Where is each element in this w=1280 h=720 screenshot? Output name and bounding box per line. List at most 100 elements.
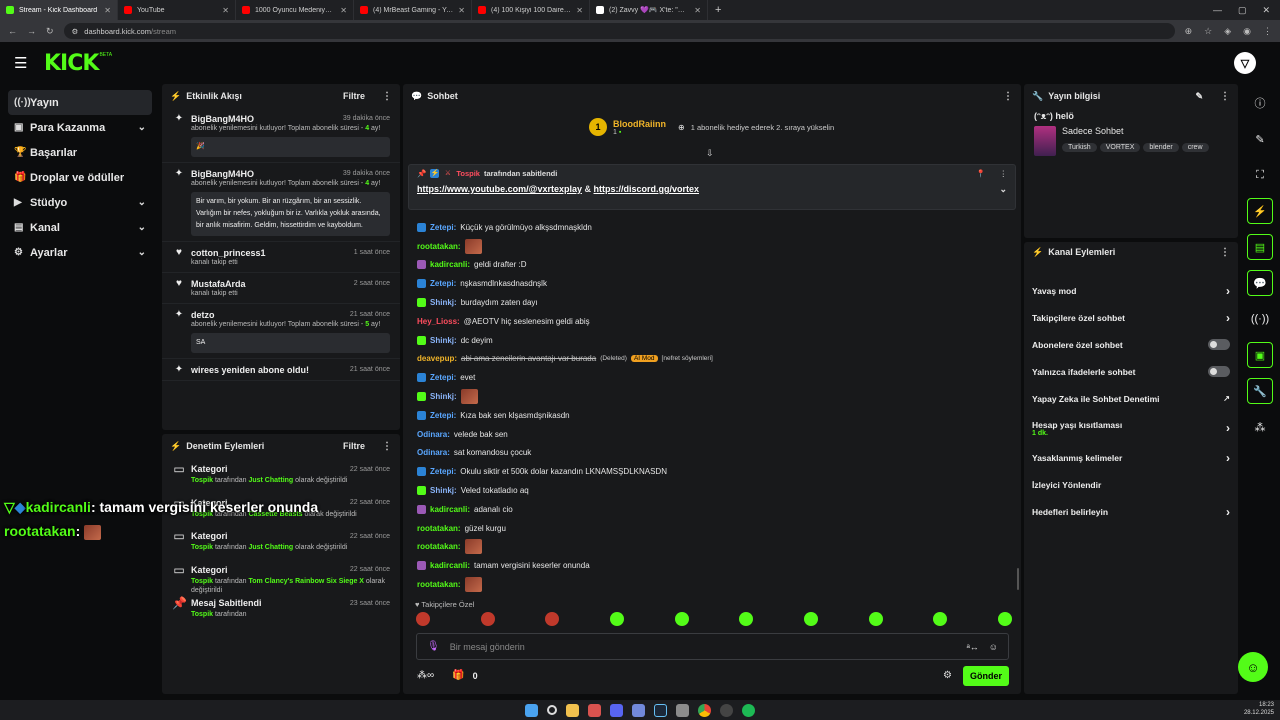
chat-username[interactable]: kadircanli: [430, 260, 470, 269]
app-icon[interactable] [610, 703, 623, 717]
quick-emote[interactable] [739, 612, 754, 626]
quick-emote[interactable] [480, 612, 495, 626]
fullscreen-icon[interactable]: ⛶ [1247, 162, 1273, 188]
support-chat-icon[interactable]: ☺ [1238, 652, 1268, 682]
profile-icon[interactable]: ◉ [1243, 26, 1251, 37]
close-tab-icon[interactable]: ✕ [104, 6, 111, 15]
category-name[interactable]: Sadece Sohbet [1062, 126, 1212, 136]
unpin-icon[interactable]: 📍 [976, 169, 985, 178]
channel-action-item[interactable]: Hedefleri belirleyin › [1024, 498, 1238, 525]
close-tab-icon[interactable]: ✕ [222, 6, 229, 15]
chat-username[interactable]: Zetepi: [430, 467, 456, 476]
new-tab-icon[interactable]: + [708, 4, 728, 16]
layout-icon[interactable]: ⁂ [1247, 414, 1273, 440]
chat-username[interactable]: Shinkj: [430, 486, 457, 495]
broadcast-icon[interactable]: ((·)) [1247, 306, 1273, 332]
sidebar-item-6[interactable]: ⚙ Ayarlar ⌄ [8, 240, 152, 265]
browser-menu-icon[interactable]: ⋮ [1263, 26, 1272, 37]
translate-icon[interactable]: ᵃ↔ [966, 642, 978, 652]
quick-emote[interactable] [868, 612, 883, 626]
quick-emote[interactable] [933, 612, 948, 626]
moderator-name[interactable]: Tospik [191, 578, 213, 585]
browser-tab[interactable]: Stream - Kick Dashboard ✕ [0, 0, 118, 20]
sidebar-item-1[interactable]: ▣ Para Kazanma ⌄ [8, 115, 152, 140]
more-options-icon[interactable]: ⋮ [382, 91, 392, 102]
chevron-down-icon[interactable]: ⌄ [138, 222, 146, 233]
pinned-by-user[interactable]: Tospik [456, 169, 480, 178]
activity-username[interactable]: cotton_princess1 [191, 248, 349, 258]
channel-action-item[interactable]: İzleyici Yönlendir [1024, 471, 1238, 498]
chat-username[interactable]: rootatakan: [417, 242, 461, 251]
chat-input[interactable]: 🎙 Bir mesaj gönderin ᵃ↔ ☺ [416, 633, 1009, 660]
chat-settings-icon[interactable]: ⚙ [943, 670, 952, 681]
chevron-down-icon[interactable]: ⌄ [138, 122, 146, 133]
calendar-app-icon[interactable] [588, 703, 601, 717]
chevron-right-icon[interactable]: › [1226, 284, 1230, 298]
channel-action-item[interactable]: Abonelere özel sohbet [1024, 331, 1238, 358]
chat-username[interactable]: Odinara: [417, 430, 450, 439]
stream-info-toggle-icon[interactable]: 🔧 [1247, 378, 1273, 404]
chevron-right-icon[interactable]: › [1226, 421, 1230, 435]
activity-filter-button[interactable]: Filtre [343, 91, 365, 101]
pinned-link-discord[interactable]: https://discord.gg/vortex [594, 184, 700, 194]
more-options-icon[interactable]: ⋮ [1003, 91, 1013, 102]
send-button[interactable]: Gönder [963, 666, 1009, 686]
channel-action-item[interactable]: Yapay Zeka ile Sohbet Denetimi ↗ [1024, 385, 1238, 412]
moderator-name[interactable]: Tospik [191, 544, 213, 551]
windows-start-icon[interactable] [525, 703, 538, 717]
reload-icon[interactable]: ↻ [46, 26, 54, 37]
sidebar-item-0[interactable]: ((·)) Yayın [8, 90, 152, 115]
chat-username[interactable]: rootatakan: [417, 542, 461, 551]
toggle-switch[interactable] [1208, 366, 1230, 377]
channel-action-item[interactable]: Takipçilere özel sohbet › [1024, 304, 1238, 331]
edit-pencil-icon[interactable]: ✎ [1195, 91, 1203, 102]
steam-icon[interactable] [654, 703, 667, 717]
search-icon[interactable] [547, 705, 557, 715]
spotify-icon[interactable] [742, 703, 755, 717]
url-field[interactable]: ⚙ dashboard.kick.com/stream [63, 23, 1175, 39]
chrome-icon[interactable] [698, 703, 711, 717]
stream-tag[interactable]: crew [1181, 143, 1209, 152]
chat-username[interactable]: kadircanli: [430, 505, 470, 514]
chat-username[interactable]: kadircanli: [430, 561, 470, 570]
chat-username[interactable]: Odinara: [417, 448, 450, 457]
activity-username[interactable]: BigBangM4HO [191, 114, 338, 124]
quick-emote[interactable] [803, 612, 818, 626]
close-tab-icon[interactable]: ✕ [340, 6, 347, 15]
sidebar-item-3[interactable]: 🎁 Droplar ve ödüller [8, 165, 152, 190]
close-window-icon[interactable]: ✕ [1262, 5, 1270, 16]
moderator-name[interactable]: Tospik [191, 611, 213, 618]
browser-tab[interactable]: (2) Zavvy 💜🎮 X'te: "Bu etkinl ✕ [590, 0, 708, 20]
microphone-icon[interactable]: 🎙 [427, 641, 440, 652]
quick-emote[interactable] [674, 612, 689, 626]
close-tab-icon[interactable]: ✕ [576, 6, 583, 15]
chat-username[interactable]: Shinkj: [430, 336, 457, 345]
chat-username[interactable]: deavepup: [417, 354, 457, 363]
chevron-right-icon[interactable]: › [1226, 505, 1230, 519]
quick-actions-icon[interactable]: ⚡ [1247, 198, 1273, 224]
chat-scrollbar[interactable] [1017, 568, 1019, 590]
activity-username[interactable]: wirees yeniden abone oldu! [191, 365, 345, 375]
notes-icon[interactable]: ▤ [1247, 234, 1273, 260]
file-explorer-icon[interactable] [566, 703, 579, 717]
moderation-filter-button[interactable]: Filtre [343, 441, 365, 451]
chat-username[interactable]: Zetepi: [430, 223, 456, 232]
sidebar-item-2[interactable]: 🏆 Başarılar [8, 140, 152, 165]
chat-username[interactable]: Zetepi: [430, 279, 456, 288]
quick-emote[interactable] [545, 612, 560, 626]
chat-username[interactable]: Zetepi: [430, 411, 456, 420]
edit-icon[interactable]: ✎ [1247, 126, 1273, 152]
chevron-down-icon[interactable]: ⌄ [138, 247, 146, 258]
maximize-icon[interactable]: ▢ [1238, 5, 1247, 16]
forward-icon[interactable]: → [27, 26, 36, 36]
chat-username[interactable]: Shinkj: [430, 392, 457, 401]
sidebar-item-5[interactable]: ▤ Kanal ⌄ [8, 215, 152, 240]
emoji-picker-icon[interactable]: ☺ [989, 642, 998, 652]
browser-tab[interactable]: (4) MrBeast Gaming - YouTube ✕ [354, 0, 472, 20]
stream-tag[interactable]: VORTEX [1099, 143, 1141, 152]
chevron-right-icon[interactable]: › [1226, 311, 1230, 325]
chat-username[interactable]: rootatakan: [417, 580, 461, 589]
channel-points-icon[interactable]: ⁂∞ [417, 670, 434, 681]
scroll-to-pinned-icon[interactable]: ⇩ [706, 148, 714, 159]
more-options-icon[interactable]: ⋮ [1220, 91, 1230, 102]
